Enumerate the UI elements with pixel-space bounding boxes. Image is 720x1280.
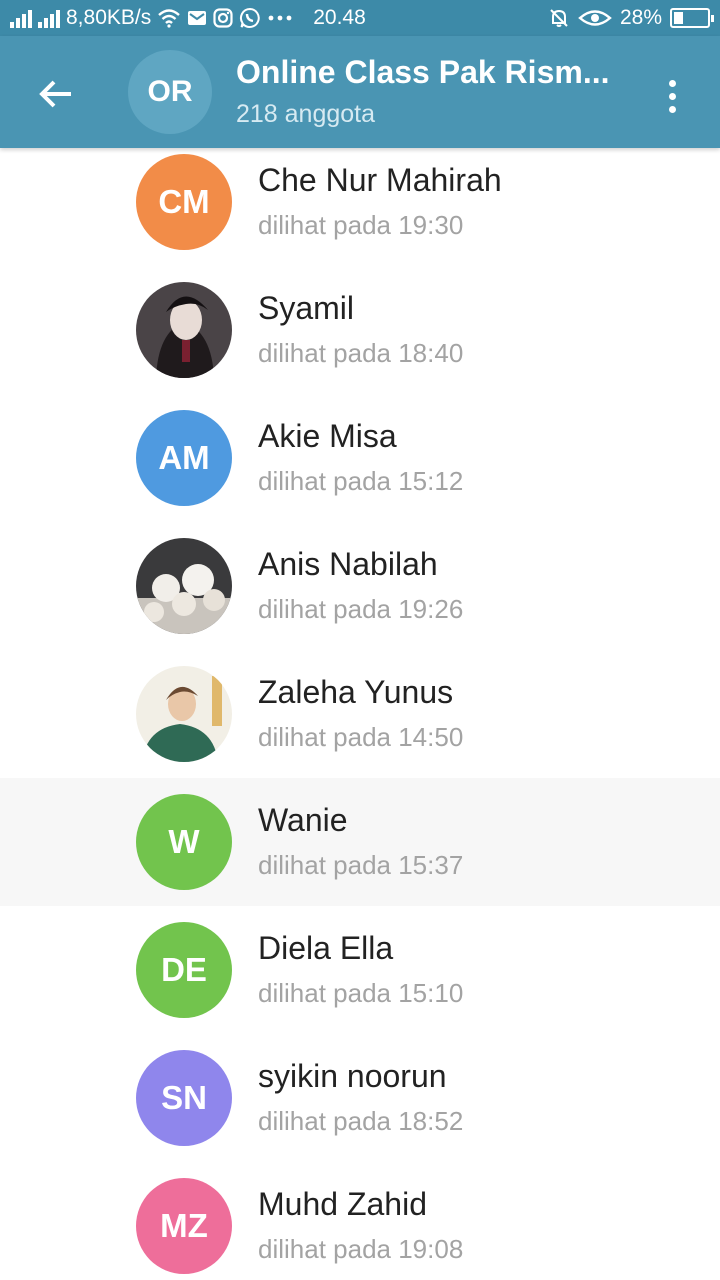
profile-photo (136, 538, 232, 634)
avatar: MZ (136, 1178, 232, 1274)
bell-off-icon (548, 7, 570, 29)
member-row[interactable]: W Wanie dilihat pada 15:37 (0, 778, 720, 906)
member-name: Che Nur Mahirah (258, 162, 502, 198)
avatar: CM (136, 154, 232, 250)
eye-icon (578, 9, 612, 27)
avatar (136, 666, 232, 762)
member-row[interactable]: CM Che Nur Mahirah dilihat pada 19:30 (0, 138, 720, 266)
member-name: Akie Misa (258, 418, 397, 454)
group-title[interactable]: Online Class Pak Rism... (236, 54, 636, 91)
member-row[interactable]: SN syikin noorun dilihat pada 18:52 (0, 1034, 720, 1162)
member-list: CM Che Nur Mahirah dilihat pada 19:30 Sy… (0, 138, 720, 1280)
battery-percent: 28% (619, 6, 662, 29)
back-arrow-icon[interactable] (28, 66, 84, 122)
member-row[interactable]: DE Diela Ella dilihat pada 15:10 (0, 906, 720, 1034)
group-avatar[interactable]: OR (128, 50, 212, 134)
battery-icon (670, 8, 714, 28)
instagram-icon (213, 8, 233, 28)
signal-icon (10, 8, 32, 28)
member-name: Diela Ella (258, 930, 394, 966)
network-speed: 8,80KB/s (66, 6, 152, 29)
profile-photo (136, 666, 232, 762)
wifi-icon (157, 8, 181, 28)
member-name: Wanie (258, 802, 348, 838)
status-bar: 8,80KB/s 20.48 28% (0, 0, 720, 36)
member-row[interactable]: Anis Nabilah dilihat pada 19:26 (0, 522, 720, 650)
member-row[interactable]: AM Akie Misa dilihat pada 15:12 (0, 394, 720, 522)
member-count: 218 anggota (236, 100, 376, 128)
chat-header: OR Online Class Pak Rism... 218 anggota (0, 36, 720, 148)
last-seen: dilihat pada 18:40 (258, 338, 464, 368)
last-seen: dilihat pada 19:08 (258, 1234, 464, 1264)
last-seen: dilihat pada 15:37 (258, 850, 464, 880)
member-row[interactable]: MZ Muhd Zahid dilihat pada 19:08 (0, 1162, 720, 1280)
signal-icon (38, 8, 60, 28)
member-name: Anis Nabilah (258, 546, 438, 582)
avatar: SN (136, 1050, 232, 1146)
member-name: Muhd Zahid (258, 1186, 427, 1222)
mail-icon (187, 10, 207, 26)
member-row[interactable]: Syamil dilihat pada 18:40 (0, 266, 720, 394)
avatar (136, 538, 232, 634)
avatar: DE (136, 922, 232, 1018)
member-name: Zaleha Yunus (258, 674, 454, 710)
last-seen: dilihat pada 19:30 (258, 210, 464, 240)
member-row[interactable]: Zaleha Yunus dilihat pada 14:50 (0, 650, 720, 778)
avatar: W (136, 794, 232, 890)
clock: 20.48 (313, 6, 366, 29)
last-seen: dilihat pada 18:52 (258, 1106, 464, 1136)
more-vert-icon[interactable] (648, 72, 696, 120)
last-seen: dilihat pada 19:26 (258, 594, 464, 624)
last-seen: dilihat pada 15:12 (258, 466, 464, 496)
member-name: Syamil (258, 290, 355, 326)
whatsapp-icon (239, 7, 261, 29)
more-dots-icon (267, 14, 293, 22)
member-name: syikin noorun (258, 1058, 447, 1094)
avatar (136, 282, 232, 378)
last-seen: dilihat pada 14:50 (258, 722, 464, 752)
avatar: AM (136, 410, 232, 506)
last-seen: dilihat pada 15:10 (258, 978, 464, 1008)
profile-photo (136, 282, 232, 378)
